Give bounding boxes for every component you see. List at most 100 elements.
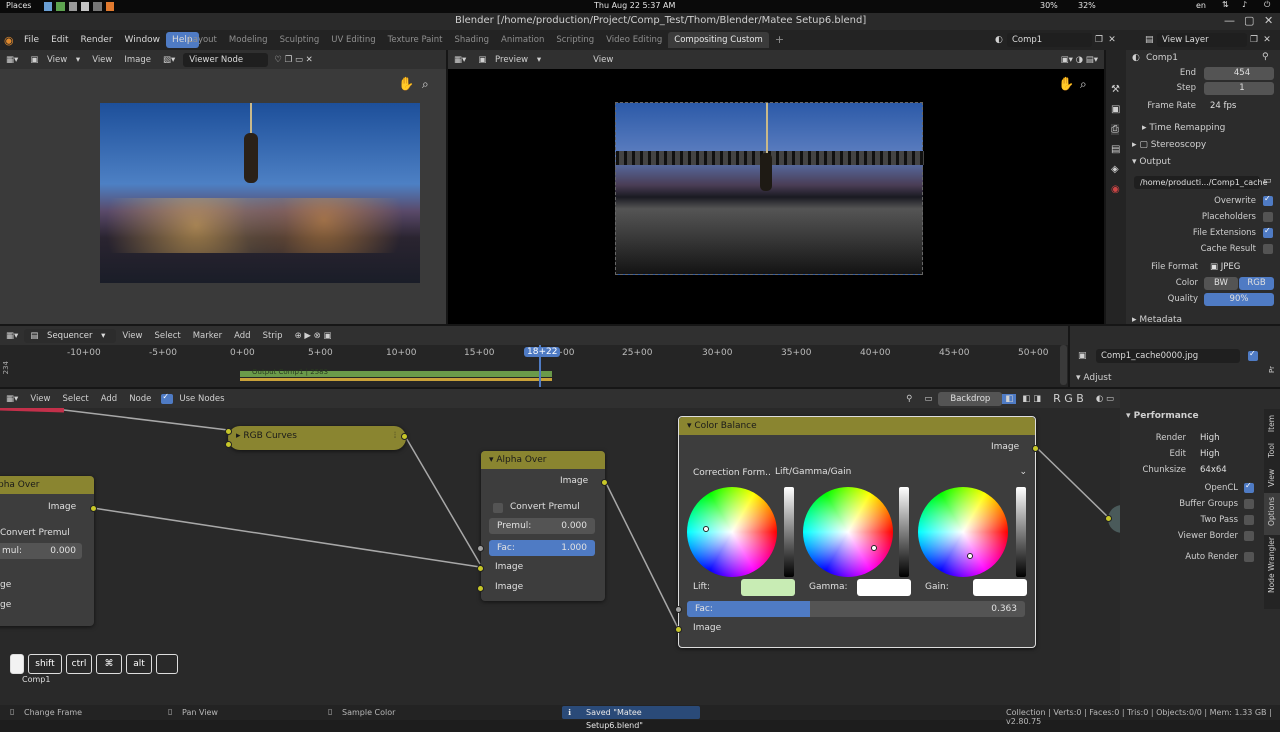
output-path-field[interactable]: /home/producti.../Comp1_cache — [1134, 176, 1268, 189]
premul-field[interactable]: mul: 0.000 — [0, 543, 82, 559]
pin-icon[interactable]: ⚲ — [1262, 52, 1269, 62]
launcher-icons[interactable] — [44, 2, 114, 11]
remove-view-layer-icon[interactable]: ✕ — [1261, 35, 1273, 45]
menu-add[interactable]: Add — [228, 331, 256, 341]
overlay-icon[interactable]: ▣▾ ◑ ▤▾ — [1055, 55, 1104, 65]
image-enabled-checkbox[interactable] — [1248, 349, 1258, 361]
gain-cursor[interactable] — [967, 553, 973, 559]
input-socket[interactable] — [477, 565, 484, 572]
use-nodes-checkbox[interactable] — [161, 392, 174, 404]
tool-tab-icon[interactable]: ⚒ — [1111, 84, 1120, 95]
lift-swatch[interactable] — [741, 579, 795, 596]
volume-icon[interactable]: ♪ — [1242, 0, 1247, 9]
adjust-panel[interactable]: ▾ Adjust — [1076, 373, 1112, 383]
fake-user-icon[interactable]: ♡ ❐ ▭ ✕ — [268, 55, 319, 65]
world-tab-icon[interactable]: ◉ — [1111, 184, 1120, 195]
buffer-groups-checkbox[interactable] — [1244, 499, 1254, 509]
view-layer-tab-icon[interactable]: ▤ — [1111, 144, 1120, 155]
image-browse-icon[interactable]: ▧▾ — [157, 55, 181, 65]
tab-texture-paint[interactable]: Texture Paint — [382, 32, 449, 48]
display-icons[interactable]: ◧ ◨ — [1016, 394, 1047, 404]
output-strip[interactable]: Output Comp1 | 2583 — [240, 368, 552, 377]
copy-scene-icon[interactable]: ❐ — [1092, 35, 1106, 45]
input-socket[interactable] — [675, 606, 682, 613]
overwrite-checkbox[interactable] — [1263, 194, 1273, 206]
keyboard-language[interactable]: en — [1196, 1, 1206, 10]
menu-select[interactable]: Select — [56, 394, 94, 404]
menu-add[interactable]: Add — [95, 394, 123, 404]
fac-slider[interactable]: Fac: 0.363 — [687, 601, 1025, 617]
backdrop-toggle-icon[interactable]: ▭ — [918, 394, 938, 404]
output-tab-icon[interactable]: ⎙ — [1111, 124, 1119, 135]
zoom-icon[interactable]: ⌕ — [422, 77, 429, 92]
copy-view-layer-icon[interactable]: ❐ — [1247, 35, 1261, 45]
editor-type-icon[interactable]: ▦▾ — [0, 331, 24, 341]
node-alpha-over-left[interactable]: pha Over Image Convert Premul mul: 0.000 … — [0, 476, 97, 626]
fac-field[interactable]: Fac: 1.000 — [489, 540, 595, 556]
tab-video-editing[interactable]: Video Editing — [600, 32, 668, 48]
tab-node-wrangler[interactable]: Node Wrangler — [1267, 537, 1276, 593]
preview-canvas[interactable]: ✋ ⌕ — [448, 69, 1104, 324]
places-menu[interactable]: Places — [6, 1, 31, 10]
power-icon[interactable]: ⏻ — [1264, 0, 1270, 10]
input-socket[interactable] — [477, 545, 484, 552]
editor-type-icon[interactable]: ▦▾ — [448, 55, 472, 65]
menu-marker[interactable]: Marker — [187, 331, 228, 341]
menu-view[interactable]: View — [587, 55, 619, 65]
channel-icon[interactable]: ◧ — [1002, 393, 1017, 404]
output-socket[interactable] — [601, 479, 608, 486]
preview-mode-dropdown[interactable]: ▣ Preview ▾ — [472, 55, 547, 65]
edit-quality-dropdown[interactable]: High — [1194, 448, 1256, 461]
node-alpha-over[interactable]: ▾ Alpha Over Image Convert Premul Premul… — [477, 451, 608, 601]
gamma-color-wheel[interactable] — [803, 487, 893, 577]
opencl-checkbox[interactable] — [1244, 481, 1254, 493]
sample-icon[interactable]: ◐ ▭ — [1090, 394, 1120, 404]
menu-window[interactable]: Window — [119, 32, 167, 48]
sequencer-mode-dropdown[interactable]: ▤ Sequencer ▾ — [24, 328, 117, 343]
menu-render[interactable]: Render — [75, 32, 119, 48]
tab-item[interactable]: Item — [1267, 415, 1276, 432]
tab-view[interactable]: View — [1267, 469, 1276, 487]
node-rgb-curves[interactable]: ▸ RGB Curves ⦙ — [228, 426, 406, 450]
editor-type-icon[interactable]: ▦▾ — [0, 394, 24, 404]
time-remapping-panel[interactable]: ▸ Time Remapping — [1142, 123, 1225, 133]
tab-sculpting[interactable]: Sculpting — [274, 32, 326, 48]
color-rgb-button[interactable]: RGB — [1239, 277, 1274, 290]
input-socket[interactable] — [225, 428, 232, 435]
file-extensions-checkbox[interactable] — [1263, 226, 1273, 238]
cache-result-checkbox[interactable] — [1263, 244, 1273, 254]
chunksize-dropdown[interactable]: 64x64 — [1194, 464, 1256, 477]
blender-logo-icon[interactable]: ◉ — [4, 34, 18, 47]
two-pass-checkbox[interactable] — [1244, 515, 1254, 525]
output-socket[interactable] — [1032, 445, 1039, 452]
view-layer-icon[interactable]: ▤ — [1145, 35, 1157, 45]
gain-value-slider[interactable] — [1016, 487, 1026, 577]
playback-icons[interactable]: ⊕ ▶ ⊗ ▣ — [289, 331, 338, 341]
pin-icon[interactable]: ⚲ — [900, 394, 918, 404]
network-icon[interactable]: ⇅ — [1222, 0, 1229, 9]
collapse-icon[interactable]: ⦙ — [394, 431, 396, 441]
menu-node[interactable]: Node — [123, 394, 157, 404]
input-socket[interactable] — [477, 585, 484, 592]
pan-hand-icon[interactable]: ✋ — [1058, 77, 1074, 92]
color-bw-button[interactable]: BW — [1204, 277, 1238, 290]
node-header[interactable]: pha Over — [0, 476, 94, 494]
lift-value-slider[interactable] — [784, 487, 794, 577]
gamma-swatch[interactable] — [857, 579, 911, 596]
render-quality-dropdown[interactable]: High — [1194, 432, 1256, 445]
minimize-icon[interactable]: — — [1224, 14, 1235, 27]
gain-color-wheel[interactable] — [918, 487, 1008, 577]
sidebar-tab-pr[interactable]: Pr — [1268, 366, 1276, 373]
zoom-icon[interactable]: ⌕ — [1080, 77, 1087, 92]
node-canvas[interactable]: pha Over Image Convert Premul mul: 0.000 … — [0, 408, 1126, 705]
auto-render-checkbox[interactable] — [1244, 552, 1254, 562]
save-notification[interactable]: ℹ Saved "Matee Setup6.blend" — [562, 706, 700, 730]
editor-type-icon[interactable]: ▦▾ — [0, 55, 24, 65]
correction-dropdown[interactable]: Lift/Gamma/Gain ⌄ — [775, 467, 1027, 481]
render-tab-icon[interactable]: ▣ — [1111, 104, 1120, 115]
tab-scripting[interactable]: Scripting — [550, 32, 600, 48]
input-socket[interactable] — [1105, 515, 1112, 522]
node-header[interactable]: ▾ Color Balance — [679, 417, 1035, 435]
menu-image[interactable]: Image — [118, 55, 157, 65]
viewer-border-checkbox[interactable] — [1244, 531, 1254, 541]
